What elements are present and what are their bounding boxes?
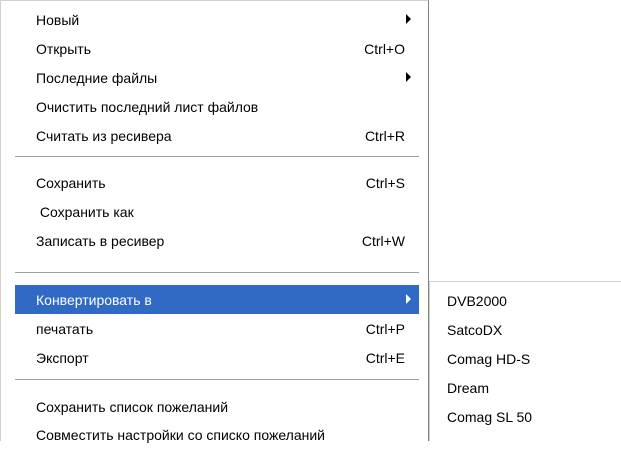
menu-item-label: Конвертировать в	[36, 291, 152, 308]
menu-item-merge-settings-wishlist[interactable]: Совместить настройки со списко пожеланий	[15, 420, 419, 449]
menu-item-label: Записать в ресивер	[36, 232, 165, 249]
submenu-arrow-icon	[406, 14, 411, 24]
menu-item-label: Сохранить	[36, 174, 106, 191]
submenu-item-label: Comag HD-S	[447, 350, 531, 367]
menu-item-label: Совместить настройки со списко пожеланий	[36, 426, 325, 443]
menu-item-shortcut: Ctrl+W	[361, 232, 405, 249]
menu-separator	[15, 272, 419, 274]
convert-to-submenu: DVB2000 SatcoDX Comag HD-S Dream Comag S…	[429, 281, 621, 441]
menu-item-recent-files[interactable]: Последние файлы	[15, 63, 419, 92]
menu-item-label: Последние файлы	[36, 69, 158, 86]
submenu-item-dream[interactable]: Dream	[430, 373, 620, 402]
submenu-item-label: DVB2000	[447, 292, 507, 309]
menu-item-read-from-receiver[interactable]: Считать из ресивера Ctrl+R	[15, 121, 419, 150]
menu-item-label: Сохранить как	[36, 203, 134, 220]
menu-item-save-as[interactable]: Сохранить как	[15, 197, 419, 226]
menu-separator	[15, 379, 419, 381]
menu-item-shortcut: Ctrl+S	[365, 174, 405, 191]
submenu-item-label: SatcoDX	[447, 321, 503, 338]
menu-item-new[interactable]: Новый	[15, 5, 419, 34]
menu-item-label: Сохранить список пожеланий	[36, 398, 229, 415]
submenu-item-comag-sl-50[interactable]: Comag SL 50	[430, 402, 620, 431]
submenu-item-comag-hd-s[interactable]: Comag HD-S	[430, 344, 620, 373]
menu-item-label: Считать из ресивера	[36, 127, 172, 144]
submenu-arrow-icon	[406, 72, 411, 82]
menu-item-convert-to[interactable]: Конвертировать в	[15, 285, 419, 314]
menu-item-label: Очистить последний лист файлов	[36, 98, 259, 115]
menu-item-open[interactable]: Открыть Ctrl+O	[15, 34, 419, 63]
menu-item-label: Открыть	[36, 40, 91, 57]
file-menu: Новый Открыть Ctrl+O Последние файлы Очи…	[0, 0, 429, 443]
submenu-arrow-icon	[406, 294, 411, 304]
menu-item-label: печатать	[36, 320, 94, 337]
submenu-item-satcodx[interactable]: SatcoDX	[430, 315, 620, 344]
menu-item-shortcut: Ctrl+O	[364, 40, 405, 57]
menu-item-write-to-receiver[interactable]: Записать в ресивер Ctrl+W	[15, 226, 419, 255]
menu-item-label: Экспорт	[36, 349, 89, 366]
submenu-item-dvb2000[interactable]: DVB2000	[430, 286, 620, 315]
menu-item-export[interactable]: Экспорт Ctrl+E	[15, 343, 419, 372]
menu-item-print[interactable]: печатать Ctrl+P	[15, 314, 419, 343]
submenu-item-label: Comag SL 50	[447, 408, 533, 425]
menu-item-clear-recent[interactable]: Очистить последний лист файлов	[15, 92, 419, 121]
menu-item-save[interactable]: Сохранить Ctrl+S	[15, 168, 419, 197]
menu-item-label: Новый	[36, 11, 80, 28]
submenu-item-label: Dream	[447, 379, 490, 396]
menu-item-shortcut: Ctrl+E	[365, 349, 405, 366]
menu-item-shortcut: Ctrl+R	[364, 127, 405, 144]
menu-separator	[15, 156, 419, 158]
menu-item-shortcut: Ctrl+P	[365, 320, 405, 337]
menu-item-save-wishlist[interactable]: Сохранить список пожеланий	[15, 392, 419, 421]
